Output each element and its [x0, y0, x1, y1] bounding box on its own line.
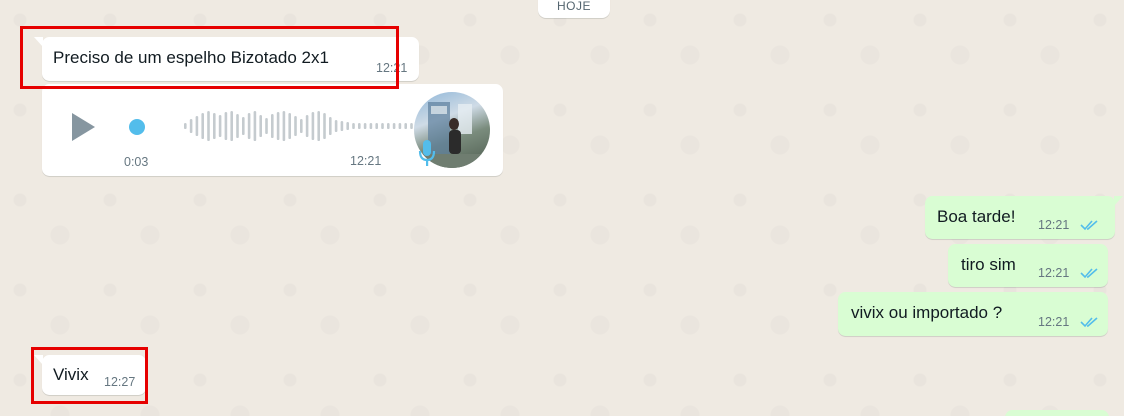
- message-bubble-incoming[interactable]: Vivix 12:27: [34, 355, 146, 395]
- waveform-bar: [375, 123, 378, 129]
- waveform-bar: [247, 113, 251, 139]
- waveform-bar: [346, 122, 349, 130]
- waveform-bar: [381, 123, 384, 129]
- message-time: 12:21: [376, 61, 408, 75]
- waveform-bar: [323, 113, 326, 139]
- waveform-bar: [404, 123, 407, 129]
- waveform-bar: [311, 112, 315, 140]
- waveform-bar: [236, 114, 239, 138]
- message-bubble-outgoing[interactable]: tiro sim 12:21: [948, 244, 1108, 287]
- message-text: Vivix: [53, 365, 89, 384]
- message-time: 12:21: [1038, 315, 1070, 329]
- waveform-bar: [305, 115, 309, 137]
- waveform-bar: [358, 123, 361, 129]
- waveform-bar: [189, 119, 193, 133]
- voice-waveform[interactable]: [184, 110, 420, 142]
- waveform-bar: [392, 123, 396, 129]
- double-check-icon: [1080, 317, 1098, 328]
- bubble-tail: [1114, 196, 1123, 206]
- waveform-bar: [242, 117, 245, 135]
- bubble-tail: [34, 355, 43, 365]
- waveform-bar: [184, 123, 187, 129]
- waveform-bar: [265, 118, 268, 134]
- waveform-bar: [334, 120, 338, 132]
- waveform-bar: [213, 113, 216, 139]
- double-check-icon: [1080, 220, 1098, 231]
- waveform-bar: [300, 119, 303, 133]
- message-bubble-outgoing[interactable]: Boa tarde! 12:21: [925, 196, 1123, 239]
- waveform-bar: [253, 111, 257, 141]
- voice-message-bubble[interactable]: 0:03 12:21: [42, 84, 503, 176]
- waveform-bar: [207, 111, 210, 141]
- waveform-bar: [398, 123, 402, 129]
- double-check-icon: [1080, 268, 1098, 279]
- message-bubble-outgoing-partial[interactable]: [1005, 410, 1109, 416]
- play-icon[interactable]: [68, 110, 98, 144]
- waveform-bar: [317, 111, 320, 141]
- waveform-bar: [410, 123, 413, 129]
- waveform-bar: [259, 115, 262, 137]
- waveform-bar: [224, 112, 228, 140]
- waveform-bar: [218, 115, 222, 137]
- waveform-bar: [271, 114, 274, 138]
- voice-duration: 0:03: [124, 155, 149, 169]
- waveform-bar: [276, 112, 280, 140]
- waveform-bar: [363, 123, 367, 129]
- waveform-bar: [195, 116, 199, 136]
- waveform-bar: [369, 123, 373, 129]
- waveform-bar: [294, 116, 297, 136]
- waveform-bar: [230, 111, 233, 141]
- waveform-bar: [329, 117, 332, 135]
- message-text: Preciso de um espelho Bizotado 2x1: [53, 48, 329, 67]
- message-time: 12:21: [1038, 266, 1070, 280]
- microphone-icon: [418, 140, 436, 166]
- waveform-bar: [340, 121, 344, 131]
- message-bubble-outgoing[interactable]: vivix ou importado ? 12:21: [838, 292, 1108, 336]
- message-time: 12:27: [104, 375, 136, 389]
- message-text: vivix ou importado ?: [851, 303, 1003, 322]
- waveform-bar: [352, 123, 355, 129]
- message-text: tiro sim: [961, 255, 1016, 274]
- message-time: 12:21: [1038, 218, 1070, 232]
- waveform-bar: [387, 123, 390, 129]
- waveform-bar: [282, 111, 286, 141]
- date-separator: HOJE: [538, 0, 610, 18]
- voice-progress-dot[interactable]: [128, 118, 146, 136]
- waveform-bar: [288, 113, 291, 139]
- message-time: 12:21: [350, 154, 382, 168]
- message-bubble-incoming[interactable]: Preciso de um espelho Bizotado 2x1 12:21: [34, 37, 419, 81]
- message-text: Boa tarde!: [937, 207, 1016, 226]
- waveform-bar: [201, 113, 204, 139]
- bubble-tail: [34, 37, 43, 47]
